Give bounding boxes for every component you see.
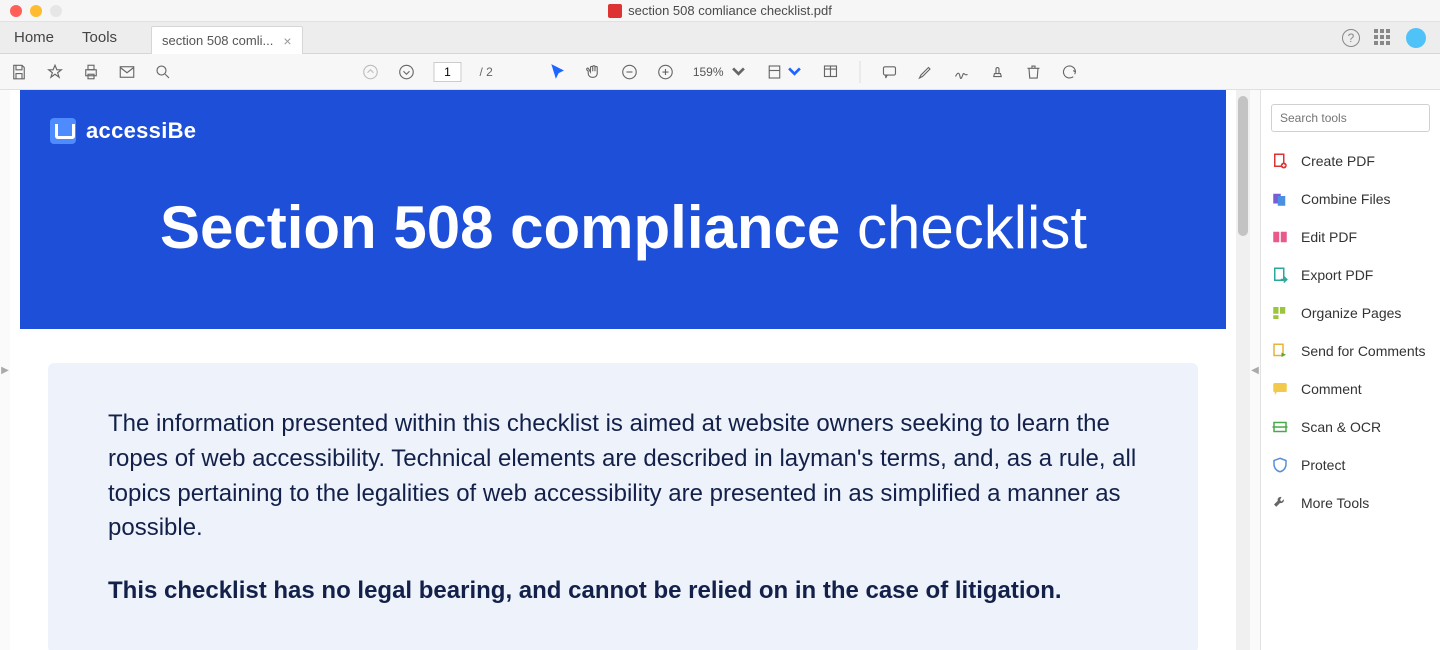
vertical-scrollbar[interactable]	[1236, 90, 1250, 650]
window-titlebar: section 508 comliance checklist.pdf	[0, 0, 1440, 22]
print-icon[interactable]	[82, 63, 100, 81]
tool-send-for-comments[interactable]: Send for Comments	[1271, 342, 1430, 360]
tool-label: Send for Comments	[1301, 343, 1426, 359]
scroll-thumb[interactable]	[1238, 96, 1248, 236]
intro-text: The information presented within this ch…	[108, 407, 1138, 546]
window-title: section 508 comliance checklist.pdf	[628, 3, 832, 18]
pdf-file-icon	[608, 4, 622, 18]
page-up-icon[interactable]	[361, 63, 379, 81]
tool-more-tools[interactable]: More Tools	[1271, 494, 1430, 512]
comment-icon[interactable]	[881, 63, 899, 81]
tool-edit-pdf[interactable]: Edit PDF	[1271, 228, 1430, 246]
zoom-in-icon[interactable]	[657, 63, 675, 81]
mail-icon[interactable]	[118, 63, 136, 81]
tool-label: Organize Pages	[1301, 305, 1401, 321]
tool-export-pdf[interactable]: Export PDF	[1271, 266, 1430, 284]
hero-banner: accessiBe Section 508 compliance checkli…	[20, 90, 1226, 329]
tool-label: More Tools	[1301, 495, 1369, 511]
tool-label: Scan & OCR	[1301, 419, 1381, 435]
organize-pages-icon	[1271, 304, 1289, 322]
user-avatar[interactable]	[1406, 28, 1426, 48]
close-window-button[interactable]	[10, 5, 22, 17]
tool-label: Protect	[1301, 457, 1345, 473]
search-tools-input[interactable]	[1271, 104, 1430, 132]
tool-label: Combine Files	[1301, 191, 1390, 207]
pointer-tool-icon[interactable]	[549, 63, 567, 81]
tool-create-pdf[interactable]: Create PDF	[1271, 152, 1430, 170]
zoom-out-icon[interactable]	[621, 63, 639, 81]
edit-pdf-icon	[1271, 228, 1289, 246]
more-tools-icon	[1271, 494, 1289, 512]
fit-width-icon[interactable]	[766, 63, 804, 81]
toolbar-divider	[860, 61, 861, 83]
tool-organize-pages[interactable]: Organize Pages	[1271, 304, 1430, 322]
tool-scan-ocr[interactable]: Scan & OCR	[1271, 418, 1430, 436]
disclaimer-text: This checklist has no legal bearing, and…	[108, 574, 1138, 609]
tool-label: Edit PDF	[1301, 229, 1357, 245]
create-pdf-icon	[1271, 152, 1289, 170]
left-panel-toggle[interactable]: ▶	[0, 90, 10, 650]
export-pdf-icon	[1271, 266, 1289, 284]
stamp-icon[interactable]	[989, 63, 1007, 81]
brand-name: accessiBe	[86, 118, 196, 144]
protect-icon	[1271, 456, 1289, 474]
document-tab[interactable]: section 508 comli... ×	[151, 26, 302, 54]
zoom-level[interactable]: 159%	[693, 63, 748, 81]
tools-panel: Create PDF Combine Files Edit PDF Export…	[1260, 90, 1440, 650]
search-icon[interactable]	[154, 63, 172, 81]
reading-mode-icon[interactable]	[822, 63, 840, 81]
help-icon[interactable]: ?	[1342, 29, 1360, 47]
tab-close-icon[interactable]: ×	[283, 33, 291, 49]
hand-tool-icon[interactable]	[585, 63, 603, 81]
page-number-input[interactable]	[433, 62, 461, 82]
maximize-window-button[interactable]	[50, 5, 62, 17]
signature-icon[interactable]	[953, 63, 971, 81]
tab-label: section 508 comli...	[162, 33, 273, 48]
delete-icon[interactable]	[1025, 63, 1043, 81]
main-area: ▶ accessiBe Section 508 compliance check…	[0, 90, 1440, 650]
page-total: / 2	[479, 65, 492, 79]
minimize-window-button[interactable]	[30, 5, 42, 17]
window-controls	[0, 5, 62, 17]
send-comments-icon	[1271, 342, 1289, 360]
pdf-page: accessiBe Section 508 compliance checkli…	[20, 90, 1226, 650]
toolbar: / 2 159%	[0, 54, 1440, 90]
save-icon[interactable]	[10, 63, 28, 81]
apps-grid-icon[interactable]	[1374, 29, 1392, 47]
tool-list: Create PDF Combine Files Edit PDF Export…	[1271, 152, 1430, 512]
document-viewer: accessiBe Section 508 compliance checkli…	[10, 90, 1250, 650]
brand-logo: accessiBe	[50, 118, 1196, 144]
tool-combine-files[interactable]: Combine Files	[1271, 190, 1430, 208]
menu-tools[interactable]: Tools	[68, 22, 131, 53]
tool-label: Export PDF	[1301, 267, 1373, 283]
title-bold: Section 508 compliance	[160, 194, 840, 261]
tool-label: Comment	[1301, 381, 1362, 397]
tool-protect[interactable]: Protect	[1271, 456, 1430, 474]
highlight-icon[interactable]	[917, 63, 935, 81]
page-title: Section 508 compliance checklist	[50, 196, 1196, 259]
tool-label: Create PDF	[1301, 153, 1375, 169]
rotate-icon[interactable]	[1061, 63, 1079, 81]
title-light: checklist	[857, 194, 1087, 261]
right-panel-toggle[interactable]: ◀	[1250, 90, 1260, 650]
brand-mark-icon	[50, 118, 76, 144]
menu-home[interactable]: Home	[0, 22, 68, 53]
page-down-icon[interactable]	[397, 63, 415, 81]
scan-ocr-icon	[1271, 418, 1289, 436]
intro-callout: The information presented within this ch…	[48, 363, 1198, 650]
pdf-viewport[interactable]: accessiBe Section 508 compliance checkli…	[10, 90, 1236, 650]
tool-comment[interactable]: Comment	[1271, 380, 1430, 398]
star-icon[interactable]	[46, 63, 64, 81]
comment-tool-icon	[1271, 380, 1289, 398]
menubar: Home Tools section 508 comli... × ?	[0, 22, 1440, 54]
combine-files-icon	[1271, 190, 1289, 208]
